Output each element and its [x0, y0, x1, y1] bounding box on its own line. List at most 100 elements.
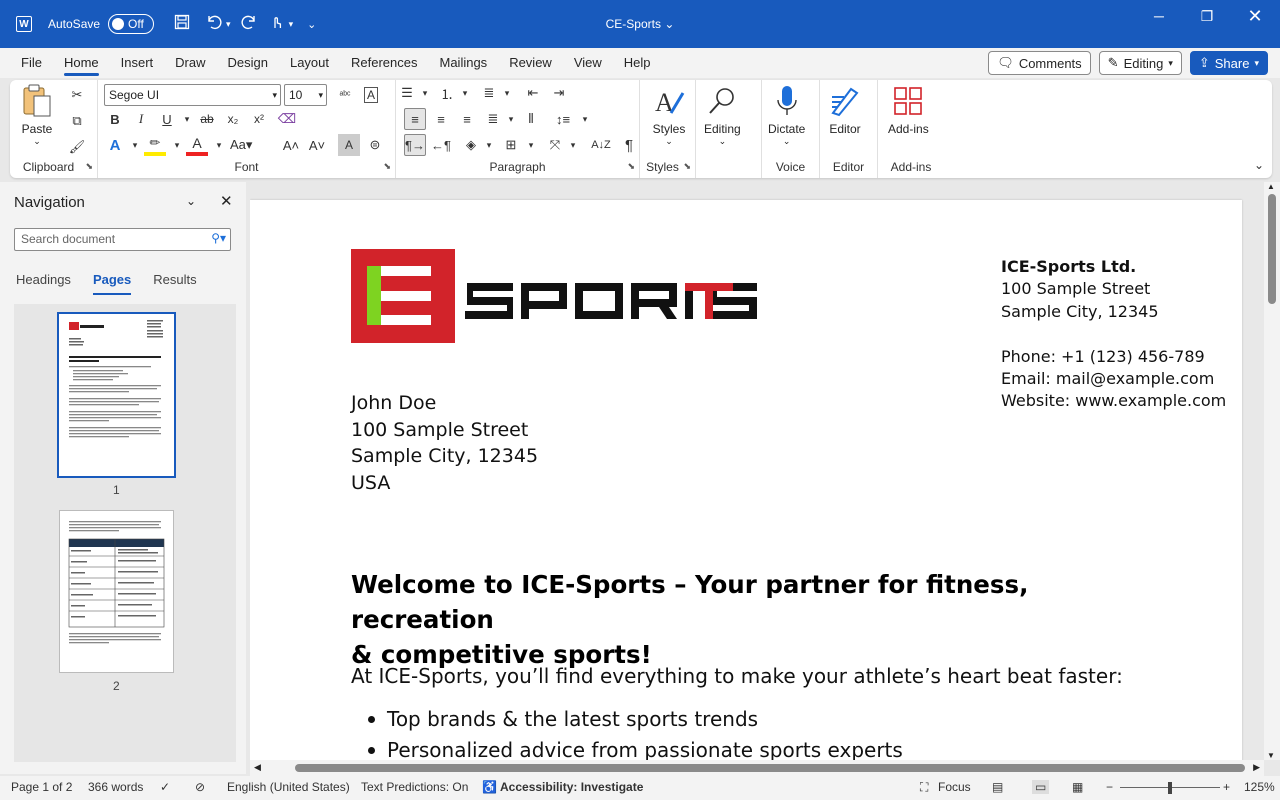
zoom-in-icon[interactable]: +	[1223, 780, 1230, 794]
highlight-eraser-icon[interactable]: ⌫	[276, 108, 298, 130]
tab-review[interactable]: Review	[498, 48, 563, 78]
text-predictions[interactable]: Text Predictions: On	[361, 780, 468, 794]
print-layout-icon[interactable]: ▭	[1032, 780, 1050, 794]
customize-qat-icon[interactable]: ⌄	[307, 18, 335, 31]
nav-tab-headings[interactable]: Headings	[16, 272, 71, 295]
editing-button[interactable]: Editing ⌄	[704, 84, 741, 147]
strikethrough-icon[interactable]: ab	[196, 108, 218, 130]
borders-icon[interactable]: ⊞	[500, 134, 522, 156]
read-mode-icon[interactable]: ▤	[992, 780, 1003, 794]
proofing-icon[interactable]: ✓	[160, 780, 170, 794]
tab-view[interactable]: View	[563, 48, 613, 78]
enclose-characters-icon[interactable]: ⊜	[364, 134, 386, 156]
chevron-down-icon[interactable]: ▾	[208, 134, 230, 156]
rtl-paragraph-icon[interactable]: ←¶	[430, 134, 452, 156]
accessibility-status[interactable]: Accessibility: Investigate	[500, 780, 643, 794]
chevron-down-icon[interactable]: ▾	[454, 82, 476, 104]
italic-icon[interactable]: I	[130, 108, 152, 130]
highlight-icon[interactable]: ✏	[144, 134, 166, 156]
close-pane-icon[interactable]: ✕	[220, 192, 233, 210]
pane-options-icon[interactable]: ⌄	[186, 194, 196, 208]
dialog-launcher-icon[interactable]: ⬊	[383, 161, 391, 172]
columns-icon[interactable]: ⫴	[520, 108, 542, 130]
superscript-icon[interactable]: x²	[248, 108, 270, 130]
vertical-scrollbar[interactable]: ▲ ▼	[1264, 182, 1280, 760]
tab-insert[interactable]: Insert	[110, 48, 165, 78]
zoom-slider-thumb[interactable]	[1168, 782, 1172, 794]
underline-icon[interactable]: U	[156, 108, 178, 130]
bold-icon[interactable]: B	[104, 108, 126, 130]
sort-icon[interactable]: A↓Z	[590, 134, 612, 156]
zoom-level[interactable]: 125%	[1244, 780, 1275, 794]
nav-tab-pages[interactable]: Pages	[92, 272, 132, 295]
tab-references[interactable]: References	[340, 48, 428, 78]
chevron-down-icon[interactable]: ▾	[478, 134, 500, 156]
close-icon[interactable]: ✕	[1232, 0, 1278, 32]
restore-icon[interactable]: ❐	[1184, 0, 1230, 32]
grow-font-icon[interactable]: A˄	[280, 134, 302, 156]
vertical-scroll-thumb[interactable]	[1268, 194, 1276, 304]
chevron-down-icon[interactable]: ▾	[166, 134, 188, 156]
chevron-down-icon[interactable]: ▾	[562, 134, 584, 156]
paste-button[interactable]: Paste ⌄	[20, 84, 54, 147]
undo-dropdown-icon[interactable]: ▾	[226, 19, 231, 30]
chevron-down-icon[interactable]: ▾	[124, 134, 146, 156]
align-right-icon[interactable]: ≡	[456, 108, 478, 130]
page-thumbnail[interactable]	[59, 510, 174, 673]
tab-help[interactable]: Help	[613, 48, 662, 78]
styles-button[interactable]: A Styles ⌄	[652, 84, 686, 147]
document-canvas[interactable]: ICE-Sports Ltd. 100 Sample Street Sample…	[250, 182, 1264, 760]
zoom-out-icon[interactable]: −	[1106, 780, 1113, 794]
search-input[interactable]: Search document ⚲▾	[14, 228, 231, 251]
font-size-combo[interactable]: 10 ▾	[284, 84, 327, 106]
format-painter-icon[interactable]: 🖌	[66, 136, 88, 158]
autosave-toggle[interactable]: Off	[108, 14, 155, 34]
font-color-icon[interactable]: A	[186, 134, 208, 156]
subscript-icon[interactable]: x₂	[222, 108, 244, 130]
addins-button[interactable]: Add-ins	[888, 84, 929, 136]
chevron-down-icon[interactable]: ▾	[414, 82, 436, 104]
scroll-left-icon[interactable]: ◀	[254, 762, 261, 773]
chevron-down-icon[interactable]: ▾	[500, 108, 522, 130]
dictate-button[interactable]: Dictate ⌄	[768, 84, 805, 147]
focus-label[interactable]: Focus	[938, 780, 971, 794]
font-family-combo[interactable]: Segoe UI ▾	[104, 84, 281, 106]
word-count[interactable]: 366 words	[88, 780, 143, 794]
chevron-down-icon[interactable]: ⌄	[661, 17, 674, 31]
tab-home[interactable]: Home	[53, 48, 110, 78]
character-shading-icon[interactable]: A	[338, 134, 360, 156]
scroll-down-icon[interactable]: ▼	[1267, 751, 1275, 760]
chevron-down-icon[interactable]: ▾	[574, 108, 596, 130]
copy-icon[interactable]: ⧉	[66, 110, 88, 132]
editing-mode-button[interactable]: ✎ Editing ▾	[1098, 51, 1182, 75]
tab-layout[interactable]: Layout	[279, 48, 340, 78]
page-thumbnail[interactable]	[57, 312, 176, 478]
tab-draw[interactable]: Draw	[164, 48, 216, 78]
page-count[interactable]: Page 1 of 2	[11, 780, 72, 794]
language[interactable]: English (United States)	[227, 780, 350, 794]
line-spacing-icon[interactable]: ↕≡	[552, 108, 574, 130]
touch-dropdown-icon[interactable]: ▾	[289, 19, 294, 30]
show-formatting-icon[interactable]: ¶	[618, 134, 640, 156]
align-center-icon[interactable]: ≡	[430, 108, 452, 130]
increase-indent-icon[interactable]: ⇥	[548, 82, 570, 104]
horizontal-scrollbar[interactable]: ◀ ▶	[250, 760, 1264, 776]
track-changes-icon[interactable]: ⊘	[195, 780, 205, 794]
dialog-launcher-icon[interactable]: ⬊	[627, 161, 635, 172]
text-effects-icon[interactable]: A	[104, 134, 126, 156]
text-effects-box-icon[interactable]: A	[360, 84, 382, 106]
tab-file[interactable]: File	[10, 48, 53, 78]
dialog-launcher-icon[interactable]: ⬊	[85, 161, 93, 172]
focus-icon[interactable]: ⛶	[920, 780, 928, 795]
share-button[interactable]: ⇪ Share ▾	[1189, 51, 1268, 75]
change-case-icon[interactable]: Aa▾	[230, 134, 252, 156]
clear-format-icon[interactable]: ᵃᵇᶜ	[334, 84, 356, 106]
minimize-icon[interactable]: ─	[1136, 0, 1182, 32]
editor-button[interactable]: Editor	[828, 84, 862, 136]
chevron-down-icon[interactable]: ▾	[520, 134, 542, 156]
collapse-ribbon-icon[interactable]: ⌄	[1248, 154, 1270, 176]
accessibility-icon[interactable]: ♿	[482, 780, 497, 794]
decrease-indent-icon[interactable]: ⇤	[522, 82, 544, 104]
scroll-up-icon[interactable]: ▲	[1267, 182, 1275, 191]
chevron-down-icon[interactable]: ▾	[176, 108, 198, 130]
